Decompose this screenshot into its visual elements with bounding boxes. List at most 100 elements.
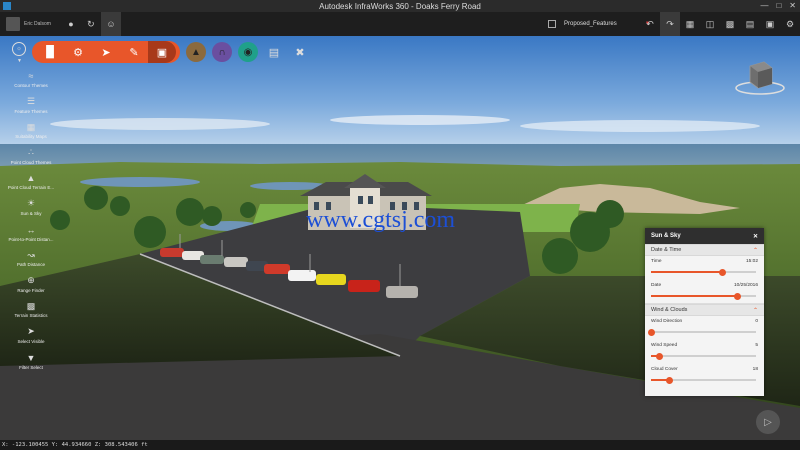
- date-value: 10/25/2016: [733, 283, 758, 288]
- sidebar-item-point-cloud-themes[interactable]: ∴ Point Cloud Themes: [2, 147, 60, 173]
- slider-handle[interactable]: [733, 292, 741, 300]
- distance-icon: ↔: [26, 224, 36, 235]
- slider-track: [651, 376, 756, 384]
- layers-icon[interactable]: ▩: [720, 12, 740, 36]
- wind-direction-value: 0: [755, 319, 758, 324]
- slider-handle[interactable]: [666, 376, 674, 384]
- terrain-icon: ▲: [26, 173, 36, 184]
- date-label: Date: [651, 283, 662, 288]
- select-visible-icon: ➤: [27, 326, 35, 337]
- wind-direction-slider[interactable]: Wind Direction 0: [645, 316, 764, 340]
- sketch-tool-icon[interactable]: ✎: [120, 41, 148, 63]
- cloud-cover-value: 18: [752, 367, 758, 372]
- chevron-up-icon: ⌃: [752, 307, 758, 314]
- date-slider[interactable]: Date 10/25/2016: [645, 280, 764, 304]
- sidebar-item-label: Sun & Sky: [20, 210, 42, 216]
- settings-icon[interactable]: ⚙: [780, 12, 800, 36]
- avatar: [6, 17, 20, 31]
- sidebar-item-terrain-statistics[interactable]: ▩ Terrain Statistics: [2, 300, 60, 326]
- play-button[interactable]: ▷: [756, 410, 780, 434]
- app-header: Eric Dalsom ● ↻ ☺ Proposed_Features ▼ ↶ …: [0, 12, 800, 36]
- panel-icon[interactable]: ▦: [680, 12, 700, 36]
- build-tool-icon[interactable]: █: [36, 41, 64, 63]
- cloud-cover-slider[interactable]: Cloud Cover 18: [645, 364, 764, 388]
- user-menu[interactable]: Eric Dalsom: [0, 12, 61, 36]
- maximize-icon[interactable]: □: [776, 1, 781, 10]
- help-icon[interactable]: ●: [61, 12, 81, 36]
- present-tool-icon[interactable]: ▤: [264, 42, 284, 62]
- minimize-icon[interactable]: —: [760, 1, 768, 10]
- terrain-stats-icon: ▩: [26, 300, 36, 311]
- wind-speed-value: 5: [755, 343, 758, 348]
- wind-direction-label: Wind Direction: [651, 319, 683, 324]
- window-controls: — □ ✕: [760, 1, 796, 10]
- slider-fill: [651, 271, 723, 273]
- window-titlebar: Autodesk InfraWorks 360 - Doaks Ferry Ro…: [0, 0, 800, 12]
- slider-fill: [651, 295, 738, 297]
- window-title: Autodesk InfraWorks 360 - Doaks Ferry Ro…: [319, 1, 481, 11]
- sidebar-item-label: Feature Themes: [14, 108, 48, 114]
- sidebar-item-label: Point Cloud Terrain E...: [7, 185, 55, 191]
- undo-icon[interactable]: ↶: [640, 12, 660, 36]
- slider-track: [651, 352, 756, 360]
- sidebar-item-point-to-point-distance[interactable]: ↔ Point-to-Point Distan...: [2, 224, 60, 250]
- screen-icon[interactable]: ▣: [760, 12, 780, 36]
- range-finder-icon: ⊕: [27, 275, 35, 286]
- sidebar-item-label: Select Visible: [17, 338, 45, 344]
- slider-handle[interactable]: [655, 352, 663, 360]
- sidebar-item-select-visible[interactable]: ➤ Select Visible: [2, 326, 60, 352]
- sidebar-item-label: Path Distance: [16, 262, 45, 268]
- feature-themes-icon: ☰: [26, 96, 36, 107]
- slider-track: [651, 292, 756, 300]
- slider-handle[interactable]: [718, 268, 726, 276]
- select-tool-icon[interactable]: ➤: [92, 41, 120, 63]
- map-icon[interactable]: ▤: [740, 12, 760, 36]
- sync-icon[interactable]: ↻: [81, 12, 101, 36]
- cloud-cover-label: Cloud Cover: [651, 367, 678, 372]
- section-label: Wind & Clouds: [651, 307, 688, 313]
- sidebar-item-contour-themes[interactable]: ≈ Contour Themes: [2, 70, 60, 96]
- proposal-dropdown[interactable]: Proposed_Features ▼: [548, 12, 651, 36]
- sidebar-item-range-finder[interactable]: ⊕ Range Finder: [2, 275, 60, 301]
- navigation-cube-icon[interactable]: [730, 58, 790, 98]
- sidebar-item-label: Range Finder: [17, 287, 45, 293]
- sidebar-item-suitability-maps[interactable]: ▦ Suitability Maps: [2, 121, 60, 147]
- slider-handle[interactable]: [647, 328, 655, 336]
- profile-icon[interactable]: ☺: [100, 12, 121, 36]
- sidebar-item-path-distance[interactable]: ↝ Path Distance: [2, 249, 60, 275]
- section-date-time[interactable]: Date & Time ⌃: [645, 244, 764, 256]
- time-value: 15:02: [745, 259, 758, 264]
- settings-tool-icon[interactable]: ⚙: [64, 41, 92, 63]
- redo-icon[interactable]: ↷: [660, 12, 680, 36]
- utility-tool-icon[interactable]: ✖: [290, 42, 310, 62]
- suitability-icon: ▦: [26, 121, 36, 132]
- path-icon: ↝: [27, 249, 35, 260]
- roads-tool-icon[interactable]: ▲: [186, 42, 206, 62]
- section-label: Date & Time: [651, 247, 682, 253]
- drainage-tool-icon[interactable]: ◉: [238, 42, 258, 62]
- sidebar-item-label: Point Cloud Themes: [10, 159, 52, 165]
- sidebar-item-sun-sky[interactable]: ☀ Sun & Sky: [2, 198, 60, 224]
- close-icon[interactable]: ✕: [753, 233, 758, 240]
- user-name: Eric Dalsom: [24, 21, 51, 27]
- panel-title: Sun & Sky: [651, 233, 681, 239]
- sidebar-item-point-cloud-terrain[interactable]: ▲ Point Cloud Terrain E...: [2, 172, 60, 198]
- time-label: Time: [651, 259, 662, 264]
- analyze-tool-icon[interactable]: ▣: [148, 41, 176, 63]
- sidebar-item-label: Terrain Statistics: [14, 313, 48, 319]
- play-icon: ▷: [764, 416, 772, 428]
- section-wind-clouds[interactable]: Wind & Clouds ⌃: [645, 304, 764, 316]
- split-view-icon[interactable]: ◫: [700, 12, 720, 36]
- sidebar-item-feature-themes[interactable]: ☰ Feature Themes: [2, 96, 60, 122]
- sidebar-item-filter-select[interactable]: ▼ Filter Select: [2, 352, 60, 378]
- time-slider[interactable]: Time 15:02: [645, 256, 764, 280]
- status-bar: X: -123.100455 Y: 44.934660 Z: 308.54340…: [0, 440, 800, 450]
- header-actions: ↶ ↷ ▦ ◫ ▩ ▤ ▣ ⚙: [640, 12, 800, 36]
- wind-speed-label: Wind Speed: [651, 343, 678, 348]
- analyze-menu-icon[interactable]: ☼: [12, 42, 26, 56]
- slider-track: [651, 268, 756, 276]
- bridge-tool-icon[interactable]: ∩: [212, 42, 232, 62]
- wind-speed-slider[interactable]: Wind Speed 5: [645, 340, 764, 364]
- sun-sky-icon: ☀: [26, 198, 36, 209]
- close-icon[interactable]: ✕: [789, 1, 796, 10]
